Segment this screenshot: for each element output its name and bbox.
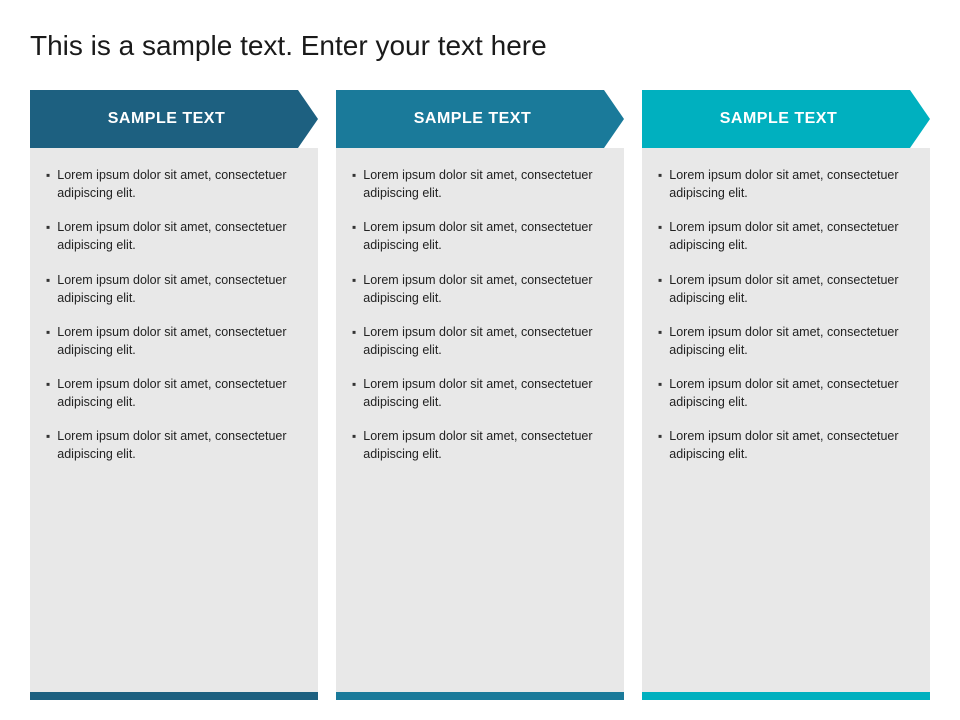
bullet-marker: ▪	[46, 376, 50, 393]
bullet-item-1-5: ▪ Lorem ipsum dolor sit amet, consectetue…	[46, 375, 302, 411]
column-footer-1	[30, 692, 318, 700]
column-body-3: ▪ Lorem ipsum dolor sit amet, consectetue…	[642, 148, 930, 692]
bullet-marker: ▪	[352, 219, 356, 236]
bullet-text: Lorem ipsum dolor sit amet, consectetuer…	[363, 218, 608, 254]
bullet-marker: ▪	[658, 219, 662, 236]
column-footer-3	[642, 692, 930, 700]
bullet-item-1-4: ▪ Lorem ipsum dolor sit amet, consectetue…	[46, 323, 302, 359]
bullet-marker: ▪	[352, 376, 356, 393]
column-1: SAMPLE TEXT ▪ Lorem ipsum dolor sit amet, …	[30, 90, 318, 700]
bullet-marker: ▪	[46, 167, 50, 184]
bullet-text: Lorem ipsum dolor sit amet, consectetuer…	[363, 375, 608, 411]
bullet-marker: ▪	[658, 167, 662, 184]
bullet-item-2-4: ▪ Lorem ipsum dolor sit amet, consectetue…	[352, 323, 608, 359]
bullet-text: Lorem ipsum dolor sit amet, consectetuer…	[669, 375, 914, 411]
bullet-marker: ▪	[658, 428, 662, 445]
bullet-text: Lorem ipsum dolor sit amet, consectetuer…	[669, 323, 914, 359]
bullet-item-3-6: ▪ Lorem ipsum dolor sit amet, consectetue…	[658, 427, 914, 463]
bullet-marker: ▪	[46, 324, 50, 341]
bullet-marker: ▪	[46, 219, 50, 236]
bullet-item-2-1: ▪ Lorem ipsum dolor sit amet, consectetue…	[352, 166, 608, 202]
column-header-label-1: SAMPLE TEXT	[108, 110, 241, 128]
bullet-item-2-6: ▪ Lorem ipsum dolor sit amet, consectetue…	[352, 427, 608, 463]
bullet-text: Lorem ipsum dolor sit amet, consectetuer…	[57, 271, 302, 307]
bullet-text: Lorem ipsum dolor sit amet, consectetuer…	[57, 166, 302, 202]
column-body-2: ▪ Lorem ipsum dolor sit amet, consectetue…	[336, 148, 624, 692]
column-2: SAMPLE TEXT ▪ Lorem ipsum dolor sit amet, …	[336, 90, 624, 700]
bullet-item-3-5: ▪ Lorem ipsum dolor sit amet, consectetue…	[658, 375, 914, 411]
bullet-text: Lorem ipsum dolor sit amet, consectetuer…	[57, 427, 302, 463]
bullet-marker: ▪	[352, 272, 356, 289]
column-footer-2	[336, 692, 624, 700]
bullet-marker: ▪	[658, 272, 662, 289]
bullet-item-2-2: ▪ Lorem ipsum dolor sit amet, consectetue…	[352, 218, 608, 254]
bullet-marker: ▪	[352, 324, 356, 341]
bullet-item-1-2: ▪ Lorem ipsum dolor sit amet, consectetue…	[46, 218, 302, 254]
bullet-item-3-4: ▪ Lorem ipsum dolor sit amet, consectetue…	[658, 323, 914, 359]
page-title: This is a sample text. Enter your text h…	[30, 30, 930, 62]
bullet-text: Lorem ipsum dolor sit amet, consectetuer…	[363, 427, 608, 463]
bullet-item-1-3: ▪ Lorem ipsum dolor sit amet, consectetue…	[46, 271, 302, 307]
bullet-text: Lorem ipsum dolor sit amet, consectetuer…	[57, 218, 302, 254]
bullet-item-3-3: ▪ Lorem ipsum dolor sit amet, consectetue…	[658, 271, 914, 307]
bullet-item-1-6: ▪ Lorem ipsum dolor sit amet, consectetue…	[46, 427, 302, 463]
bullet-item-3-2: ▪ Lorem ipsum dolor sit amet, consectetue…	[658, 218, 914, 254]
bullet-marker: ▪	[658, 376, 662, 393]
bullet-text: Lorem ipsum dolor sit amet, consectetuer…	[57, 323, 302, 359]
bullet-marker: ▪	[46, 272, 50, 289]
bullet-marker: ▪	[352, 167, 356, 184]
column-header-3: SAMPLE TEXT	[642, 90, 930, 148]
bullet-text: Lorem ipsum dolor sit amet, consectetuer…	[669, 427, 914, 463]
bullet-marker: ▪	[46, 428, 50, 445]
columns-container: SAMPLE TEXT ▪ Lorem ipsum dolor sit amet, …	[30, 90, 930, 700]
column-header-label-2: SAMPLE TEXT	[414, 110, 547, 128]
column-body-1: ▪ Lorem ipsum dolor sit amet, consectetue…	[30, 148, 318, 692]
column-header-label-3: SAMPLE TEXT	[720, 110, 853, 128]
page-container: This is a sample text. Enter your text h…	[0, 0, 960, 720]
column-header-1: SAMPLE TEXT	[30, 90, 318, 148]
bullet-text: Lorem ipsum dolor sit amet, consectetuer…	[363, 323, 608, 359]
bullet-marker: ▪	[658, 324, 662, 341]
bullet-item-2-5: ▪ Lorem ipsum dolor sit amet, consectetue…	[352, 375, 608, 411]
bullet-text: Lorem ipsum dolor sit amet, consectetuer…	[669, 271, 914, 307]
bullet-text: Lorem ipsum dolor sit amet, consectetuer…	[363, 271, 608, 307]
bullet-text: Lorem ipsum dolor sit amet, consectetuer…	[669, 166, 914, 202]
bullet-text: Lorem ipsum dolor sit amet, consectetuer…	[363, 166, 608, 202]
bullet-text: Lorem ipsum dolor sit amet, consectetuer…	[57, 375, 302, 411]
bullet-text: Lorem ipsum dolor sit amet, consectetuer…	[669, 218, 914, 254]
column-header-2: SAMPLE TEXT	[336, 90, 624, 148]
bullet-item-2-3: ▪ Lorem ipsum dolor sit amet, consectetue…	[352, 271, 608, 307]
column-3: SAMPLE TEXT ▪ Lorem ipsum dolor sit amet, …	[642, 90, 930, 700]
bullet-marker: ▪	[352, 428, 356, 445]
bullet-item-1-1: ▪ Lorem ipsum dolor sit amet, consectetue…	[46, 166, 302, 202]
bullet-item-3-1: ▪ Lorem ipsum dolor sit amet, consectetue…	[658, 166, 914, 202]
